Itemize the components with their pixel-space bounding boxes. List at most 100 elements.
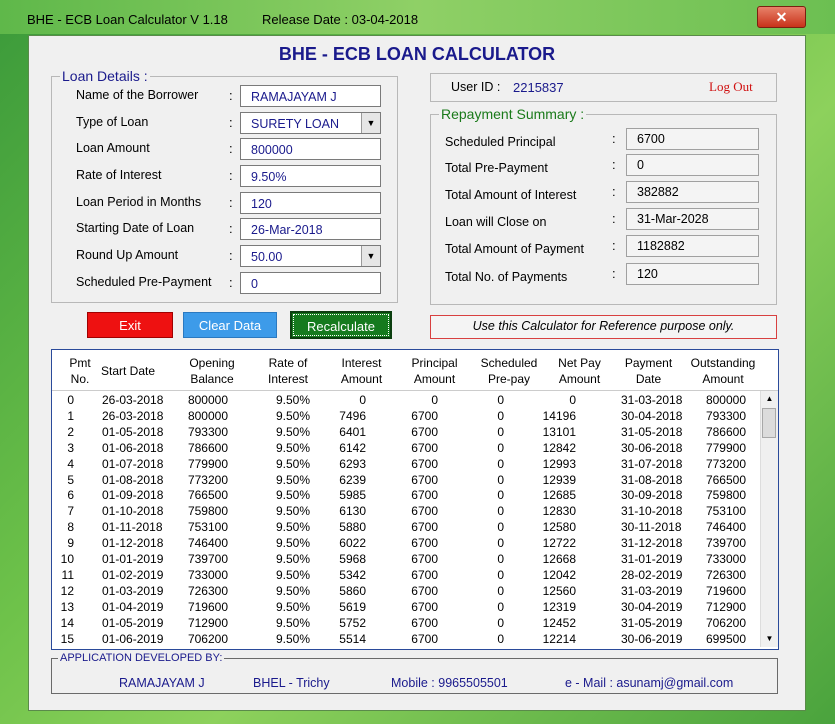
table-cell: 12939 (542, 472, 576, 487)
table-cell: 6700 (411, 408, 438, 423)
loan-field-input[interactable]: RAMAJAYAM J (240, 85, 381, 107)
table-cell: 0 (497, 599, 504, 614)
table-row[interactable]: 8 01-11-2018 753100 9.50% 5880 6700 0 12580 30-1… (52, 520, 760, 536)
table-row[interactable]: 3 01-06-2018 786600 9.50% 6142 6700 0 12842 30-0… (52, 441, 760, 457)
table-row[interactable]: 13 01-04-2019 719600 9.50% 5619 6700 0 12319 30-… (52, 600, 760, 616)
scroll-down-icon[interactable]: ▼ (761, 631, 778, 647)
table-cell: 9.50% (276, 536, 311, 551)
table-row[interactable]: 5 01-08-2018 773200 9.50% 6239 6700 0 12939 31-0… (52, 473, 760, 489)
developer-legend: APPLICATION DEVELOPED BY: (60, 652, 223, 664)
table-cell: 31-05-2018 (621, 424, 683, 439)
table-cell: 726300 (187, 583, 228, 598)
loan-field-input[interactable]: 26-Mar-2018 (240, 218, 381, 240)
table-cell: 6700 (411, 440, 438, 455)
table-cell: 6700 (411, 583, 438, 598)
table-cell: 0 (497, 408, 504, 423)
summary-label: Total Amount of Payment (445, 242, 584, 256)
table-cell: 0 (497, 488, 504, 503)
column-header[interactable]: Principal Amount (399, 355, 470, 387)
table-cell: 14196 (542, 408, 576, 423)
table-cell: 0 (497, 552, 504, 566)
chevron-down-icon[interactable]: ▼ (361, 246, 380, 266)
column-header[interactable]: Rate of Interest (252, 355, 324, 387)
loan-field-select[interactable]: SURETY LOAN ▼ (240, 112, 381, 134)
table-cell: 01-02-2019 (102, 567, 164, 582)
table-cell: 31-03-2018 (621, 393, 683, 407)
table-cell: 0 (497, 504, 504, 519)
payment-schedule-table[interactable]: Pmt No. Start Date Opening Balance Rate of Int… (51, 349, 779, 650)
table-cell: 9.50% (276, 456, 311, 471)
loan-field-label: Starting Date of Loan (76, 221, 195, 235)
field-colon: : (229, 195, 233, 210)
table-cell: 30-06-2019 (621, 631, 683, 646)
field-colon: : (612, 184, 616, 199)
developer-name: RAMAJAYAM J (119, 676, 205, 690)
column-header[interactable]: Opening Balance (172, 355, 252, 387)
exit-button[interactable]: Exit (87, 312, 173, 338)
table-cell: 5752 (339, 615, 366, 630)
table-row[interactable]: 14 01-05-2019 712900 9.50% 5752 6700 0 12452 31-… (52, 616, 760, 632)
column-header[interactable]: Interest Amount (324, 355, 399, 387)
table-scrollbar[interactable]: ▲ ▼ (760, 391, 778, 647)
user-panel: User ID : 2215837 Log Out (430, 73, 777, 102)
table-row[interactable]: 2 01-05-2018 793300 9.50% 6401 6700 0 13101 31-0… (52, 425, 760, 441)
table-row[interactable]: 0 26-03-2018 800000 9.50% 0 0 0 0 31-03-2018 8000… (52, 393, 760, 409)
table-row[interactable]: 4 01-07-2018 779900 9.50% 6293 6700 0 12993 31-0… (52, 457, 760, 473)
summary-value: 31-Mar-2028 (626, 208, 759, 230)
developer-email: e - Mail : asunamj@gmail.com (565, 676, 734, 690)
field-colon: : (229, 115, 233, 130)
table-row[interactable]: 9 01-12-2018 746400 9.50% 6022 6700 0 12722 31-1… (52, 536, 760, 552)
table-row[interactable]: 11 01-02-2019 733000 9.50% 5342 6700 0 12042 28-… (52, 568, 760, 584)
table-cell: 6239 (339, 472, 366, 487)
table-cell: 0 (359, 393, 366, 407)
table-cell: 12319 (542, 599, 576, 614)
table-cell: 9.50% (276, 393, 311, 407)
clear-data-button[interactable]: Clear Data (183, 312, 277, 338)
table-cell: 26-03-2018 (102, 393, 164, 407)
table-cell: 7496 (339, 408, 366, 423)
table-cell: 5514 (339, 631, 366, 646)
table-cell: 01-05-2019 (102, 615, 164, 630)
table-cell: 13 (60, 599, 74, 614)
window-title: BHE - ECB Loan Calculator V 1.18 (27, 12, 228, 27)
column-header-line: Outstanding (690, 356, 756, 370)
logout-link[interactable]: Log Out (709, 79, 753, 95)
table-cell: 5968 (339, 552, 366, 566)
table-row[interactable]: 6 01-09-2018 766500 9.50% 5985 6700 0 12685 30-0… (52, 488, 760, 504)
table-cell: 5860 (339, 583, 366, 598)
table-cell: 739700 (187, 552, 228, 566)
recalculate-button[interactable]: Recalculate (290, 311, 392, 339)
table-cell: 6700 (411, 615, 438, 630)
table-cell: 0 (67, 393, 74, 407)
loan-field-value: RAMAJAYAM J (251, 90, 337, 104)
chevron-down-icon[interactable]: ▼ (361, 113, 380, 133)
loan-field-input[interactable]: 9.50% (240, 165, 381, 187)
loan-field-value: 120 (251, 197, 272, 211)
table-cell: 9.50% (276, 631, 311, 646)
column-header[interactable]: Start Date (84, 363, 172, 379)
column-header[interactable]: Net Pay Amount (548, 355, 611, 387)
table-cell: 9.50% (276, 599, 311, 614)
table-cell: 5985 (339, 488, 366, 503)
loan-field-select[interactable]: 50.00 ▼ (240, 245, 381, 267)
table-row[interactable]: 10 01-01-2019 739700 9.50% 5968 6700 0 12668 31-… (52, 552, 760, 568)
loan-field-input[interactable]: 0 (240, 272, 381, 294)
table-row[interactable]: 7 01-10-2018 759800 9.50% 6130 6700 0 12830 31-1… (52, 504, 760, 520)
table-row[interactable]: 12 01-03-2019 726300 9.50% 5860 6700 0 12560 31-… (52, 584, 760, 600)
table-cell: 753100 (705, 504, 746, 519)
column-header[interactable]: Payment Date (611, 355, 686, 387)
table-cell: 14 (60, 615, 74, 630)
table-row[interactable]: 1 26-03-2018 800000 9.50% 7496 6700 0 14196 30-0… (52, 409, 760, 425)
close-button[interactable]: ✕ (757, 6, 806, 28)
table-cell: 9.50% (276, 440, 311, 455)
loan-field-input[interactable]: 120 (240, 192, 381, 214)
column-header[interactable]: Scheduled Pre-pay (470, 355, 548, 387)
table-row[interactable]: 15 01-06-2019 706200 9.50% 5514 6700 0 12214 30-… (52, 632, 760, 648)
loan-field-input[interactable]: 800000 (240, 138, 381, 160)
table-cell: 712900 (187, 615, 228, 630)
column-header-line: Interest (341, 356, 382, 370)
table-cell: 9.50% (276, 504, 311, 519)
scroll-thumb[interactable] (762, 408, 776, 438)
column-header[interactable]: Outstanding Amount (686, 355, 760, 387)
scroll-up-icon[interactable]: ▲ (761, 391, 778, 407)
